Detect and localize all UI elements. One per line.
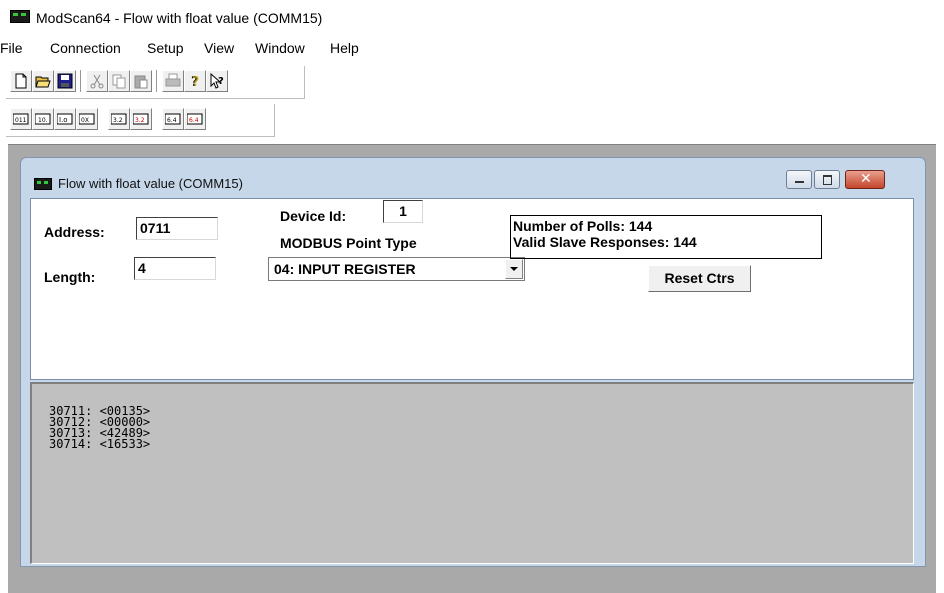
svg-text:10.: 10.: [38, 117, 48, 124]
float-display-icon[interactable]: 3.2: [108, 108, 130, 130]
print-icon[interactable]: [162, 70, 184, 92]
length-input[interactable]: 4: [134, 257, 216, 280]
cut-scissors-icon[interactable]: [86, 70, 108, 92]
child-window-title: Flow with float value (COMM15): [58, 176, 243, 191]
menu-connection[interactable]: Connection: [50, 40, 121, 56]
svg-text:?: ?: [218, 76, 224, 87]
point-type-value: 04: INPUT REGISTER: [274, 261, 416, 277]
swapped-double-display-icon[interactable]: 6.4: [184, 108, 206, 130]
new-file-icon[interactable]: [10, 70, 32, 92]
help-icon[interactable]: ??: [184, 70, 206, 92]
restore-button[interactable]: [814, 170, 840, 189]
svg-text:011: 011: [15, 117, 27, 124]
device-id-input[interactable]: 1: [383, 200, 423, 223]
valid-responses-count: Valid Slave Responses: 144: [513, 234, 697, 250]
app-icon: [10, 10, 30, 23]
close-icon: ✕: [860, 171, 872, 187]
paste-icon[interactable]: [130, 70, 152, 92]
register-row: 30714: <16533>: [49, 437, 151, 451]
svg-text:?: ?: [192, 75, 200, 89]
length-label: Length:: [44, 269, 96, 285]
restore-icon: [823, 175, 832, 185]
svg-text:3.2: 3.2: [135, 117, 145, 124]
dropdown-button[interactable]: [505, 259, 523, 279]
reset-counters-button[interactable]: Reset Ctrs: [648, 265, 751, 292]
copy-icon[interactable]: [108, 70, 130, 92]
svg-text:0X: 0X: [81, 117, 89, 124]
minimize-button[interactable]: [786, 170, 812, 189]
poll-statistics-box: Number of Polls: 144 Valid Slave Respons…: [510, 215, 822, 259]
point-type-label: MODBUS Point Type: [280, 235, 417, 251]
save-disk-icon[interactable]: [54, 70, 76, 92]
point-type-select[interactable]: 04: INPUT REGISTER: [268, 257, 525, 281]
svg-text:3.2: 3.2: [113, 117, 123, 124]
swapped-float-display-icon[interactable]: 3.2: [130, 108, 152, 130]
standard-toolbar: ?? ?: [6, 66, 305, 99]
binary-display-icon[interactable]: 011: [10, 108, 32, 130]
menu-setup[interactable]: Setup: [147, 40, 184, 56]
polls-count: Number of Polls: 144: [513, 218, 653, 234]
title-bar: ModScan64 - Flow with float value (COMM1…: [0, 0, 944, 36]
register-data-panel: 30711: <00135> 30712: <00000> 30713: <42…: [30, 382, 914, 564]
svg-text:6.4: 6.4: [167, 117, 177, 124]
svg-text:I.o: I.o: [59, 116, 68, 124]
svg-text:6.4: 6.4: [189, 117, 199, 124]
query-settings-panel: Address: 0711 Length: 4 Device Id: 1 MOD…: [30, 198, 914, 380]
address-input[interactable]: 0711: [136, 217, 218, 240]
chevron-down-icon: [510, 267, 518, 271]
menu-window[interactable]: Window: [255, 40, 305, 56]
toolbar-separator: [156, 70, 157, 92]
close-button[interactable]: ✕: [845, 170, 885, 189]
double-display-icon[interactable]: 6.4: [162, 108, 184, 130]
context-help-icon[interactable]: ?: [206, 70, 228, 92]
window-title: ModScan64 - Flow with float value (COMM1…: [36, 10, 323, 26]
integer-display-icon[interactable]: I.o: [54, 108, 76, 130]
hex-display-icon[interactable]: 0X: [76, 108, 98, 130]
menu-help[interactable]: Help: [330, 40, 359, 56]
menu-file[interactable]: File: [0, 40, 23, 56]
address-label: Address:: [44, 224, 105, 240]
menu-view[interactable]: View: [204, 40, 234, 56]
toolbar-separator: [80, 70, 81, 92]
display-format-toolbar: 011 10. I.o 0X 3.2 3.2 6.4 6.4: [6, 104, 275, 137]
open-folder-icon[interactable]: [32, 70, 54, 92]
minimize-icon: [795, 181, 804, 183]
decimal-display-icon[interactable]: 10.: [32, 108, 54, 130]
device-id-label: Device Id:: [280, 208, 347, 224]
child-window-icon: [34, 178, 52, 190]
